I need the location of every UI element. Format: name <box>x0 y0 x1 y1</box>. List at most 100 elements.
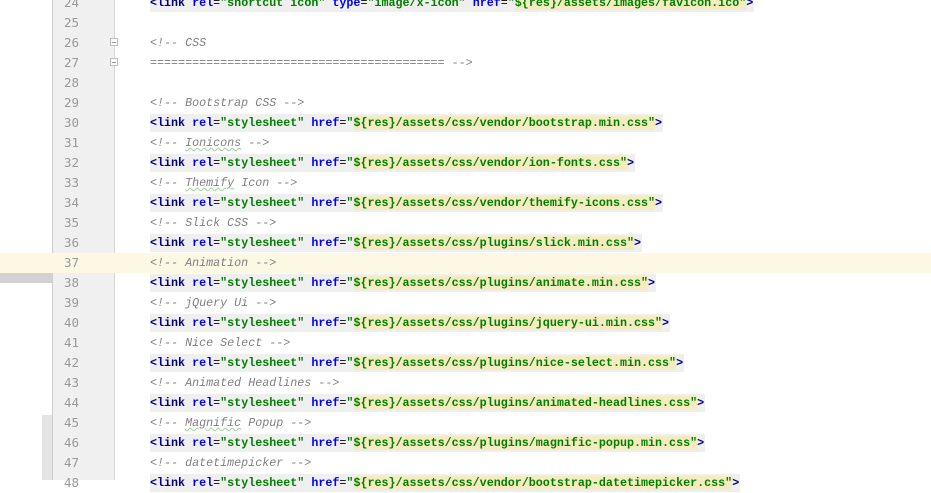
code-line[interactable]: 34 <link rel="stylesheet" href="${res}/as… <box>0 193 931 213</box>
html-tag: <link rel="stylesheet" href="${res}/asse… <box>150 474 741 492</box>
attribute-name: href <box>311 156 340 170</box>
code-line[interactable]: 29 <!-- Bootstrap CSS --> <box>0 93 931 113</box>
template-expression-highlight: ${res}/assets/css/vendor/ion-fonts.css" <box>353 156 627 170</box>
comment-text: ========================================… <box>150 56 473 70</box>
spellcheck-word: Themify <box>185 176 235 190</box>
fold-toggle-icon[interactable] <box>110 58 118 66</box>
code-line[interactable]: 28 <box>0 73 931 93</box>
attribute-value: "stylesheet" <box>220 276 305 290</box>
template-expression-highlight: ${res}/assets/css/plugins/jquery-ui.min.… <box>353 316 663 330</box>
code-line[interactable]: 38 <link rel="stylesheet" href="${res}/as… <box>0 273 931 293</box>
attribute-value: "${res}/assets/css/plugins/slick.min.css… <box>346 236 634 250</box>
attribute-value: "stylesheet" <box>220 196 305 210</box>
attribute-value: "${res}/assets/css/vendor/themify-icons.… <box>346 196 656 210</box>
code-line[interactable]: 42 <link rel="stylesheet" href="${res}/as… <box>0 353 931 373</box>
attribute-value: "${res}/assets/css/vendor/ion-fonts.css" <box>346 156 627 170</box>
template-expression-highlight: ${res}/assets/css/plugins/nice-select.mi… <box>353 356 677 370</box>
attribute-name: rel <box>192 316 214 330</box>
tag-name: <link <box>150 276 186 290</box>
line-number: 28 <box>63 75 79 90</box>
code-line[interactable]: 26 <!-- CSS <box>0 33 931 53</box>
fold-toggle-icon[interactable] <box>110 38 118 46</box>
attribute-value: "stylesheet" <box>220 356 305 370</box>
line-number: 37 <box>63 255 79 270</box>
tag-close: > <box>732 476 740 490</box>
line-number: 33 <box>63 175 79 190</box>
code-line[interactable]: 46 <link rel="stylesheet" href="${res}/as… <box>0 433 931 453</box>
tag-close: > <box>648 276 656 290</box>
attribute-name: rel <box>192 116 214 130</box>
line-number: 25 <box>63 15 79 30</box>
html-tag: <link rel="stylesheet" href="${res}/asse… <box>150 154 635 172</box>
code-line[interactable]: 40 <link rel="stylesheet" href="${res}/as… <box>0 313 931 333</box>
template-expression-highlight: ${res}/assets/css/vendor/bootstrap-datet… <box>353 476 733 490</box>
attribute-name: href <box>311 116 340 130</box>
line-number: 26 <box>63 35 79 50</box>
code-editor[interactable]: 24 <link rel="shortcut icon" type="image/… <box>0 0 931 493</box>
tag-close: > <box>746 0 754 10</box>
attribute-value: "${res}/assets/css/plugins/animate.min.c… <box>346 276 649 290</box>
line-number: 44 <box>63 395 79 410</box>
line-number: 29 <box>63 95 79 110</box>
line-number: 34 <box>63 195 79 210</box>
tag-close: > <box>697 436 705 450</box>
html-tag: <link rel="stylesheet" href="${res}/asse… <box>150 114 664 132</box>
line-number: 30 <box>63 115 79 130</box>
code-line[interactable]: 45 <!-- Magnific Popup --> <box>0 413 931 433</box>
line-number: 38 <box>63 275 79 290</box>
code-line[interactable]: 30 <link rel="stylesheet" href="${res}/as… <box>0 113 931 133</box>
attribute-value: "stylesheet" <box>220 436 305 450</box>
code-line[interactable]: 27 ======================================… <box>0 53 931 73</box>
code-line[interactable]: 24 <link rel="shortcut icon" type="image/… <box>0 0 931 13</box>
code-line[interactable]: 35 <!-- Slick CSS --> <box>0 213 931 233</box>
html-tag: <link rel="stylesheet" href="${res}/asse… <box>150 434 706 452</box>
attribute-name: href <box>311 196 340 210</box>
template-expression-highlight: ${res}/assets/images/favicon.ico" <box>514 0 747 10</box>
tag-name: <link <box>150 236 186 250</box>
attribute-name: rel <box>192 236 214 250</box>
template-expression-highlight: ${res}/assets/css/plugins/magnific-popup… <box>353 436 698 450</box>
attribute-value: "${res}/assets/css/vendor/bootstrap.min.… <box>346 116 656 130</box>
code-line[interactable]: 43 <!-- Animated Headlines --> <box>0 373 931 393</box>
attribute-name: href <box>311 236 340 250</box>
attribute-name: href <box>311 476 340 490</box>
code-line[interactable]: 32 <link rel="stylesheet" href="${res}/as… <box>0 153 931 173</box>
attribute-value: "stylesheet" <box>220 236 305 250</box>
code-line[interactable]: 41 <!-- Nice Select --> <box>0 333 931 353</box>
comment-text: <!-- Themify Icon --> <box>150 176 298 190</box>
attribute-value: "${res}/assets/css/vendor/bootstrap-date… <box>346 476 733 490</box>
attribute-name: href <box>311 436 340 450</box>
code-line[interactable]: 36 <link rel="stylesheet" href="${res}/as… <box>0 233 931 253</box>
line-number: 46 <box>63 435 79 450</box>
code-line[interactable]: 33 <!-- Themify Icon --> <box>0 173 931 193</box>
attribute-value: "stylesheet" <box>220 476 305 490</box>
code-line[interactable]: 25 <box>0 13 931 33</box>
html-tag: <link rel="stylesheet" href="${res}/asse… <box>150 194 664 212</box>
comment-text: <!-- datetimepicker --> <box>150 456 312 470</box>
tag-name: <link <box>150 396 186 410</box>
line-number: 48 <box>63 475 79 490</box>
attribute-name: href <box>311 356 340 370</box>
spellcheck-word: Magnific <box>185 416 242 430</box>
attribute-name: href <box>311 316 340 330</box>
line-number: 39 <box>63 295 79 310</box>
line-number: 36 <box>63 235 79 250</box>
code-line[interactable]: 44 <link rel="stylesheet" href="${res}/as… <box>0 393 931 413</box>
code-line[interactable]: 39 <!-- jQuery Ui --> <box>0 293 931 313</box>
line-number: 47 <box>63 455 79 470</box>
attribute-name: rel <box>192 396 214 410</box>
attribute-value: "image/x-icon" <box>367 0 466 10</box>
attribute-value: "${res}/assets/css/plugins/jquery-ui.min… <box>346 316 663 330</box>
code-line[interactable]: 48 <link rel="stylesheet" href="${res}/as… <box>0 473 931 493</box>
spellcheck-word: Ionicons <box>185 136 242 150</box>
code-line[interactable]: 31 <!-- Ionicons --> <box>0 133 931 153</box>
comment-text: <!-- jQuery Ui --> <box>150 296 277 310</box>
code-line[interactable]: 37 <!-- Animation --> <box>0 253 931 273</box>
html-tag: <link rel="stylesheet" href="${res}/asse… <box>150 274 657 292</box>
attribute-value: "stylesheet" <box>220 316 305 330</box>
code-line[interactable]: 47 <!-- datetimepicker --> <box>0 453 931 473</box>
html-tag: <link rel="stylesheet" href="${res}/asse… <box>150 394 706 412</box>
template-expression-highlight: ${res}/assets/css/vendor/themify-icons.c… <box>353 196 656 210</box>
tag-name: <link <box>150 0 186 10</box>
tag-name: <link <box>150 196 186 210</box>
